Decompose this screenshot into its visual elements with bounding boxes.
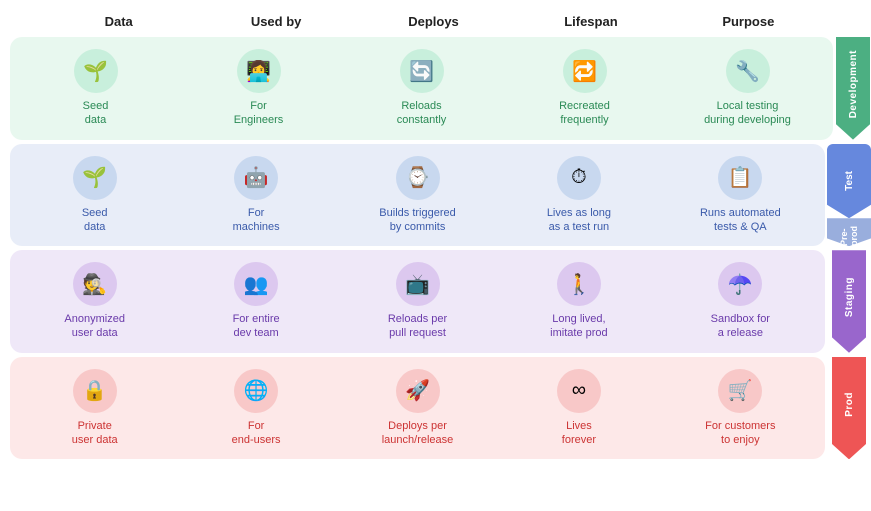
label-lives-forever: Livesforever (562, 419, 596, 448)
cell-staging-lifespan: 🚶 Long lived,imitate prod (498, 256, 659, 347)
icon-engineers: 👩‍💻 (237, 49, 281, 93)
env-tag-staging-wrap: Staging (827, 250, 871, 353)
label-dev-team: For entiredev team (233, 312, 280, 341)
icon-launch-deploys: 🚀 (396, 369, 440, 413)
environment-rows: 🌱 Seeddata 👩‍💻 ForEngineers 🔄 Reloadscon… (10, 37, 871, 459)
label-seed-test: Seeddata (82, 206, 108, 235)
env-label-test: Test (844, 171, 855, 191)
column-headers: Data Used by Deploys Lifespan Purpose (10, 10, 871, 33)
env-tag-test-wrap: Test Pre-prod (827, 144, 871, 247)
label-long-lived: Long lived,imitate prod (550, 312, 607, 341)
label-builds: Builds triggeredby commits (379, 206, 455, 235)
env-tag-prod: Prod (832, 357, 866, 460)
label-reloads: Reloadsconstantly (397, 99, 447, 128)
label-sandbox: Sandbox fora release (711, 312, 770, 341)
label-anon-data: Anonymizeduser data (64, 312, 125, 341)
icon-seed-dev: 🌱 (74, 49, 118, 93)
env-tag-dev-wrap: Development (835, 37, 871, 140)
cell-test-data: 🌱 Seeddata (14, 150, 175, 241)
icon-private-data: 🔒 (73, 369, 117, 413)
icon-lives-long: ⏱ (557, 156, 601, 200)
icon-end-users: 🌐 (234, 369, 278, 413)
env-tag-staging: Staging (832, 250, 866, 353)
icon-builds: ⌚ (396, 156, 440, 200)
label-recreated: Recreatedfrequently (559, 99, 610, 128)
cell-dev-data: 🌱 Seeddata (14, 43, 177, 134)
env-row-prod: 🔒 Privateuser data 🌐 Forend-users 🚀 Depl… (10, 357, 871, 460)
icon-customers: 🛒 (718, 369, 762, 413)
label-private-data: Privateuser data (72, 419, 118, 448)
env-row-test: 🌱 Seeddata 🤖 Formachines ⌚ Builds trigge… (10, 144, 871, 247)
col-header-deploys: Deploys (355, 10, 512, 33)
label-automated-tests: Runs automatedtests & QA (700, 206, 781, 235)
icon-reloads: 🔄 (400, 49, 444, 93)
env-row-staging: 🕵️ Anonymizeduser data 👥 For entiredev t… (10, 250, 871, 353)
cell-test-deploys: ⌚ Builds triggeredby commits (337, 150, 498, 241)
cell-test-purpose: 📋 Runs automatedtests & QA (660, 150, 821, 241)
icon-long-lived: 🚶 (557, 262, 601, 306)
env-tag-test: Test (827, 144, 871, 219)
label-lives-long: Lives as longas a test run (547, 206, 611, 235)
icon-machines: 🤖 (234, 156, 278, 200)
label-customers: For customersto enjoy (705, 419, 775, 448)
env-tag-dev: Development (836, 37, 870, 140)
cells-test: 🌱 Seeddata 🤖 Formachines ⌚ Builds trigge… (10, 144, 825, 247)
icon-sandbox: ☂️ (718, 262, 762, 306)
cell-dev-lifespan: 🔁 Recreatedfrequently (503, 43, 666, 134)
col-header-purpose: Purpose (670, 10, 827, 33)
label-pr-deploys: Reloads perpull request (388, 312, 447, 341)
cells-prod: 🔒 Privateuser data 🌐 Forend-users 🚀 Depl… (10, 357, 825, 460)
cell-staging-data: 🕵️ Anonymizeduser data (14, 256, 175, 347)
icon-lives-forever: ∞ (557, 369, 601, 413)
cell-dev-usedby: 👩‍💻 ForEngineers (177, 43, 340, 134)
cell-test-lifespan: ⏱ Lives as longas a test run (498, 150, 659, 241)
cell-staging-usedby: 👥 For entiredev team (175, 256, 336, 347)
env-tag-preprod: Pre-prod (827, 218, 871, 246)
env-label-preprod: Pre-prod (839, 218, 859, 246)
cell-test-usedby: 🤖 Formachines (175, 150, 336, 241)
icon-recreated: 🔁 (563, 49, 607, 93)
cell-prod-data: 🔒 Privateuser data (14, 363, 175, 454)
cell-dev-deploys: 🔄 Reloadsconstantly (340, 43, 503, 134)
col-header-lifespan: Lifespan (512, 10, 669, 33)
main-container: Data Used by Deploys Lifespan Purpose 🌱 … (0, 0, 871, 469)
cells-staging: 🕵️ Anonymizeduser data 👥 For entiredev t… (10, 250, 825, 353)
cell-prod-deploys: 🚀 Deploys perlaunch/release (337, 363, 498, 454)
col-header-data: Data (40, 10, 197, 33)
label-local-testing: Local testingduring developing (704, 99, 791, 128)
label-launch-deploys: Deploys perlaunch/release (382, 419, 454, 448)
label-seed-dev: Seeddata (83, 99, 109, 128)
icon-anon-data: 🕵️ (73, 262, 117, 306)
icon-automated-tests: 📋 (718, 156, 762, 200)
label-engineers: ForEngineers (234, 99, 284, 128)
env-label-prod: Prod (844, 392, 855, 417)
cell-dev-purpose: 🔧 Local testingduring developing (666, 43, 829, 134)
cell-prod-lifespan: ∞ Livesforever (498, 363, 659, 454)
cell-staging-purpose: ☂️ Sandbox fora release (660, 256, 821, 347)
label-machines: Formachines (233, 206, 280, 235)
icon-pr-deploys: 📺 (396, 262, 440, 306)
label-end-users: Forend-users (232, 419, 281, 448)
cell-prod-purpose: 🛒 For customersto enjoy (660, 363, 821, 454)
env-row-dev: 🌱 Seeddata 👩‍💻 ForEngineers 🔄 Reloadscon… (10, 37, 871, 140)
env-tag-prod-wrap: Prod (827, 357, 871, 460)
cell-prod-usedby: 🌐 Forend-users (175, 363, 336, 454)
icon-local-testing: 🔧 (726, 49, 770, 93)
icon-dev-team: 👥 (234, 262, 278, 306)
env-label-dev: Development (848, 50, 859, 118)
icon-seed-test: 🌱 (73, 156, 117, 200)
cell-staging-deploys: 📺 Reloads perpull request (337, 256, 498, 347)
env-label-staging: Staging (844, 277, 855, 317)
cells-dev: 🌱 Seeddata 👩‍💻 ForEngineers 🔄 Reloadscon… (10, 37, 833, 140)
col-header-usedby: Used by (197, 10, 354, 33)
